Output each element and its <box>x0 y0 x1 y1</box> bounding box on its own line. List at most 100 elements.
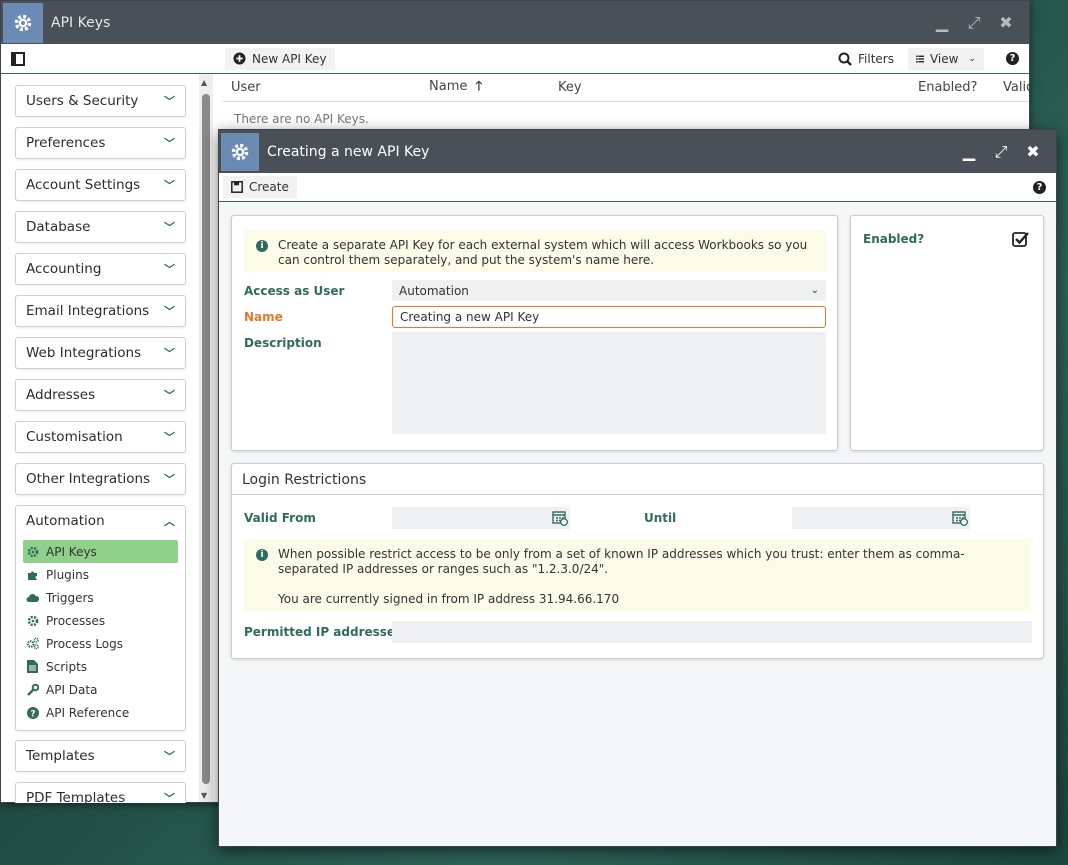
chevron-down-icon: ﹀ <box>164 347 175 360</box>
sidebar-item-0[interactable]: API Keys <box>23 540 178 563</box>
chevron-down-icon: ﹀ <box>164 389 175 402</box>
sidebar-group-3-header[interactable]: Database ﹀ <box>16 212 185 242</box>
sidebar-item-label: API Data <box>46 682 98 697</box>
column-valid[interactable]: Valid <box>1003 80 1029 95</box>
chevron-down-icon: ﹀ <box>164 221 175 234</box>
column-user[interactable]: User <box>231 80 261 95</box>
login-restrictions-panel: Login Restrictions Valid From Until i Wh… <box>231 463 1044 659</box>
sidebar-group-2-header[interactable]: Account Settings ﹀ <box>16 170 185 200</box>
column-name-label: Name <box>429 78 468 94</box>
gear-icon <box>26 545 39 558</box>
sidebar-group-1-label: Preferences <box>26 135 106 151</box>
empty-grid-message: There are no API Keys. <box>234 112 369 126</box>
chevron-down-icon: ﹀ <box>164 179 175 192</box>
sidebar-group-1-header[interactable]: Preferences ﹀ <box>16 128 185 158</box>
maximize-icon[interactable]: ⤢ <box>992 142 1010 162</box>
sidebar-group-9-header[interactable]: Other Integrations ﹀ <box>16 464 185 494</box>
column-name[interactable]: Name 🡑 <box>429 77 482 99</box>
help-icon[interactable]: ? <box>1033 180 1046 194</box>
sidebar-group-bottom-0-label: Templates <box>26 748 95 764</box>
dialog-toolbar: Create ? <box>219 173 1056 202</box>
column-enabled[interactable]: Enabled? <box>918 80 977 95</box>
details-panel: i Create a separate API Key for each ext… <box>231 215 838 451</box>
sidebar-group-0-header[interactable]: Users & Security ﹀ <box>16 86 185 116</box>
chevron-down-icon: ﹀ <box>164 137 175 150</box>
sidebar-group-6-header[interactable]: Web Integrations ﹀ <box>16 338 185 368</box>
sidebar-group-9: Other Integrations ﹀ <box>15 463 186 495</box>
name-input[interactable]: Creating a new API Key <box>392 306 826 328</box>
valid-from-input[interactable] <box>392 507 570 529</box>
info-icon: i <box>256 549 268 561</box>
sidebar-group-2-label: Account Settings <box>26 177 141 193</box>
dialog-titlebar[interactable]: Creating a new API Key ▁ ⤢ ✖ <box>219 130 1056 173</box>
sidebar-item-label: API Reference <box>46 705 130 720</box>
sidebar-item-label: Process Logs <box>46 636 124 651</box>
sidebar-item-4[interactable]: Process Logs <box>23 632 178 655</box>
maximize-icon[interactable]: ⤢ <box>965 13 983 33</box>
enabled-checkbox[interactable] <box>1012 231 1029 247</box>
sidebar-group-bottom-0: Templates ﹀ <box>15 740 186 772</box>
new-api-key-button[interactable]: New API Key <box>225 47 335 70</box>
grid-header: User Name 🡑 Key Enabled? Valid <box>223 74 1029 102</box>
access-as-user-select[interactable]: Automation ⌄ <box>392 280 826 301</box>
description-textarea[interactable] <box>392 332 826 434</box>
minimize-icon[interactable]: ▁ <box>960 142 978 161</box>
enabled-panel: Enabled? <box>850 215 1044 451</box>
sidebar-item-2[interactable]: Triggers <box>23 586 178 609</box>
sidebar-group-4-label: Accounting <box>26 261 102 277</box>
info-box: i Create a separate API Key for each ext… <box>244 230 826 272</box>
sidebar-group-bottom-0-header[interactable]: Templates ﹀ <box>16 741 185 771</box>
close-icon[interactable]: ✖ <box>997 13 1015 32</box>
sidebar-item-1[interactable]: Plugins <box>23 563 178 586</box>
sidebar-item-3[interactable]: Processes <box>23 609 178 632</box>
sidebar-group-7-label: Addresses <box>26 387 96 403</box>
sidebar-group-automation-header[interactable]: Automation ︿ <box>16 506 185 536</box>
sidebar-group-automation: Automation ︿ API Keys Plugins Triggers Proces… <box>15 505 186 731</box>
column-key[interactable]: Key <box>558 80 582 95</box>
chevron-up-icon: ︿ <box>164 515 175 528</box>
sidebar-group-bottom-1: PDF Templates ﹀ <box>15 782 186 803</box>
sidebar-group-4: Accounting ﹀ <box>15 253 186 285</box>
gear-icon <box>26 614 39 627</box>
calendar-icon[interactable] <box>952 510 968 526</box>
login-restrictions-title: Login Restrictions <box>242 472 367 488</box>
sidebar-item-6[interactable]: API Data <box>23 678 178 701</box>
sidebar-item-label: Processes <box>46 613 106 628</box>
close-icon[interactable]: ✖ <box>1024 142 1042 161</box>
chevron-down-icon: ⌄ <box>968 53 976 64</box>
sidebar-item-label: API Keys <box>46 544 97 559</box>
until-input[interactable] <box>792 507 970 529</box>
filters-button[interactable]: Filters <box>830 47 902 70</box>
calendar-icon[interactable] <box>552 510 568 526</box>
access-as-user-value: Automation <box>399 283 469 298</box>
plus-circle-icon <box>233 52 246 65</box>
sidebar-group-4-header[interactable]: Accounting ﹀ <box>16 254 185 284</box>
document-icon <box>26 660 39 673</box>
help-icon[interactable]: ? <box>1006 52 1019 65</box>
sidebar-item-5[interactable]: Scripts <box>23 655 178 678</box>
chevron-down-icon: ⌄ <box>810 285 819 296</box>
sidebar-group-5-header[interactable]: Email Integrations ﹀ <box>16 296 185 326</box>
wrench-icon <box>26 683 39 696</box>
until-label: Until <box>644 511 677 525</box>
create-label: Create <box>249 180 289 194</box>
minimize-icon[interactable]: ▁ <box>933 13 951 32</box>
access-as-user-label: Access as User <box>244 284 345 298</box>
save-icon <box>231 181 243 193</box>
sidebar-group-7-header[interactable]: Addresses ﹀ <box>16 380 185 410</box>
automation-items: API Keys Plugins Triggers Processes Process … <box>16 536 185 730</box>
sidebar-group-bottom-1-header[interactable]: PDF Templates ﹀ <box>16 783 185 803</box>
sidebar-item-label: Scripts <box>46 659 88 674</box>
info-icon: i <box>256 240 268 252</box>
section-divider <box>232 494 1043 495</box>
chevron-down-icon: ﹀ <box>164 305 175 318</box>
sidebar-group-0-label: Users & Security <box>26 93 139 109</box>
sort-up-arrow-icon: 🡑 <box>475 78 483 94</box>
permitted-ip-input[interactable] <box>392 621 1032 643</box>
sidebar-item-7[interactable]: ? API Reference <box>23 701 178 724</box>
create-button[interactable]: Create <box>223 176 297 198</box>
svg-text:?: ? <box>30 709 35 719</box>
view-button[interactable]: View ⌄ <box>908 47 984 70</box>
filters-label: Filters <box>858 51 894 66</box>
sidebar-group-8-header[interactable]: Customisation ﹀ <box>16 422 185 452</box>
